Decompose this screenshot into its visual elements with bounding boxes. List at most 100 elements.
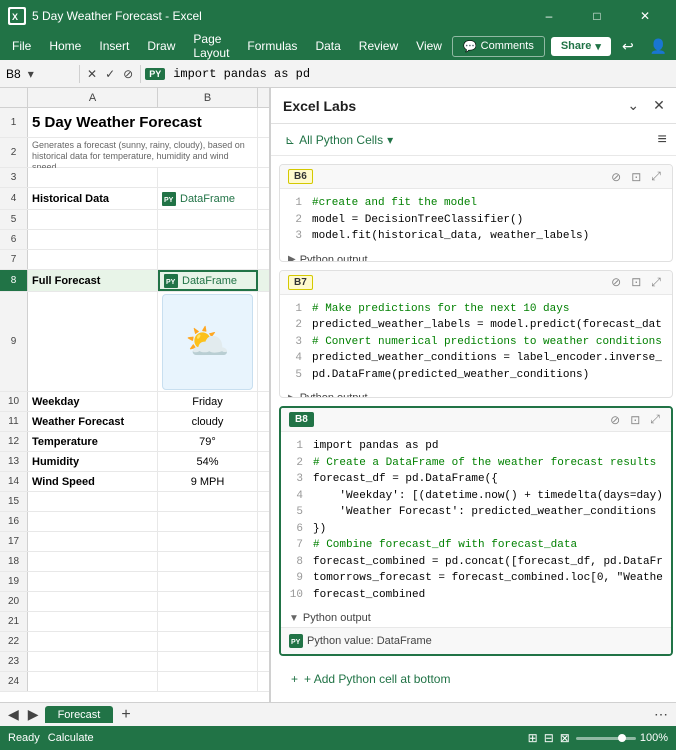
cell-b22[interactable] (158, 632, 258, 651)
cell-b15[interactable] (158, 492, 258, 511)
insert-function-button[interactable]: ⊘ (120, 65, 136, 83)
cell-ref-badge-b6[interactable]: B6 (288, 169, 313, 184)
cell-b12[interactable]: 79° (158, 432, 258, 451)
cell-a17[interactable] (28, 532, 158, 551)
cell-ref-dropdown[interactable]: ▾ (25, 65, 37, 83)
cell-ref-badge-b7[interactable]: B7 (288, 275, 313, 290)
b8-expand-button[interactable]: ⤢ (647, 411, 663, 428)
line-number: 4 (289, 488, 303, 505)
row-number: 11 (0, 412, 28, 431)
cell-b4[interactable]: PY DataFrame (158, 188, 258, 209)
menu-formulas[interactable]: Formulas (239, 35, 305, 57)
b6-copy-button[interactable]: ⊘ (608, 168, 624, 185)
cell-a13[interactable]: Humidity (28, 452, 158, 471)
cell-b24[interactable] (158, 672, 258, 691)
labs-close-button[interactable]: ✕ (649, 95, 669, 116)
b6-export-button[interactable]: ⊡ (628, 168, 644, 185)
menu-draw[interactable]: Draw (139, 35, 183, 57)
formula-content[interactable]: import pandas as pd (165, 67, 676, 81)
b7-copy-button[interactable]: ⊘ (608, 274, 624, 291)
view-normal-button[interactable]: ⊞ (528, 731, 538, 745)
cancel-formula-button[interactable]: ✕ (84, 65, 100, 83)
minimize-button[interactable]: – (526, 0, 572, 32)
cell-b21[interactable] (158, 612, 258, 631)
menu-file[interactable]: File (4, 35, 39, 57)
share-button[interactable]: Share ▾ (551, 37, 611, 56)
cell-b14[interactable]: 9 MPH (158, 472, 258, 491)
maximize-button[interactable]: □ (574, 0, 620, 32)
cell-b20[interactable] (158, 592, 258, 611)
labs-collapse-button[interactable]: ⌄ (623, 95, 643, 116)
cell-a3[interactable] (28, 168, 158, 187)
menu-insert[interactable]: Insert (91, 35, 137, 57)
cell-a10[interactable]: Weekday (28, 392, 158, 411)
cell-b10[interactable]: Friday (158, 392, 258, 411)
cell-b3[interactable] (158, 168, 258, 187)
sheet-tab-forecast[interactable]: Forecast (45, 706, 114, 723)
python-output-header-b8[interactable]: ▼ Python output (281, 609, 671, 627)
cell-a5[interactable] (28, 210, 158, 229)
cell-b16[interactable] (158, 512, 258, 531)
cell-a14[interactable]: Wind Speed (28, 472, 158, 491)
close-button[interactable]: ✕ (622, 0, 668, 32)
cell-b6[interactable] (158, 230, 258, 249)
view-page-layout-button[interactable]: ⊟ (544, 731, 554, 745)
cell-a11[interactable]: Weather Forecast (28, 412, 158, 431)
cell-a16[interactable] (28, 512, 158, 531)
python-output-header-b7[interactable]: ▶ Python output (280, 389, 672, 398)
cell-a12[interactable]: Temperature (28, 432, 158, 451)
python-output-header-b6[interactable]: ▶ Python output (280, 251, 672, 262)
cell-a8[interactable]: Full Forecast (28, 270, 158, 291)
cell-b5[interactable] (158, 210, 258, 229)
chevron-icon: ▶ (288, 254, 296, 262)
filter-python-cells-button[interactable]: ⊾ All Python Cells ▾ (279, 130, 399, 150)
b6-expand-button[interactable]: ⤢ (648, 168, 664, 185)
add-python-cell-button[interactable]: + + Add Python cell at bottom (279, 664, 673, 694)
cell-a21[interactable] (28, 612, 158, 631)
cell-a7[interactable] (28, 250, 158, 269)
cell-b8[interactable]: PY DataFrame (158, 270, 258, 291)
col-header-b[interactable]: B (158, 88, 258, 107)
view-page-break-button[interactable]: ⊠ (560, 731, 570, 745)
cell-b11[interactable]: cloudy (158, 412, 258, 431)
cell-a6[interactable] (28, 230, 158, 249)
b7-export-button[interactable]: ⊡ (628, 274, 644, 291)
labs-menu-button[interactable]: ≡ (652, 129, 673, 151)
confirm-formula-button[interactable]: ✓ (102, 65, 118, 83)
menu-home[interactable]: Home (41, 35, 89, 57)
cell-b13[interactable]: 54% (158, 452, 258, 471)
menu-view[interactable]: View (408, 35, 450, 57)
col-header-a[interactable]: A (28, 88, 158, 107)
b8-copy-button[interactable]: ⊘ (607, 411, 623, 428)
cell-a23[interactable] (28, 652, 158, 671)
cell-b18[interactable] (158, 552, 258, 571)
b7-expand-button[interactable]: ⤢ (648, 274, 664, 291)
cell-a20[interactable] (28, 592, 158, 611)
cell-a1[interactable]: 5 Day Weather Forecast (28, 108, 258, 137)
add-sheet-button[interactable]: + (115, 706, 136, 724)
cell-a4[interactable]: Historical Data (28, 188, 158, 209)
menu-data[interactable]: Data (307, 35, 348, 57)
zoom-slider[interactable] (576, 737, 636, 740)
user-button[interactable]: 👤 (645, 35, 672, 58)
b8-export-button[interactable]: ⊡ (627, 411, 643, 428)
comments-button[interactable]: 💬 Comments (452, 36, 545, 57)
cell-b19[interactable] (158, 572, 258, 591)
cell-a9[interactable] (28, 292, 158, 391)
cell-b9[interactable]: ⛅ (158, 292, 258, 392)
cell-a24[interactable] (28, 672, 158, 691)
cell-b7[interactable] (158, 250, 258, 269)
sheet-options-button[interactable]: ⋯ (650, 706, 672, 723)
prev-sheet-button[interactable]: ◀ (4, 704, 23, 725)
next-sheet-button[interactable]: ▶ (24, 704, 43, 725)
undo-button[interactable]: ↩ (617, 35, 639, 58)
menu-page-layout[interactable]: Page Layout (185, 28, 237, 64)
menu-review[interactable]: Review (351, 35, 406, 57)
cell-a22[interactable] (28, 632, 158, 651)
cell-b23[interactable] (158, 652, 258, 671)
cell-a15[interactable] (28, 492, 158, 511)
cell-a18[interactable] (28, 552, 158, 571)
cell-ref-badge-b8[interactable]: B8 (289, 412, 314, 427)
cell-a19[interactable] (28, 572, 158, 591)
cell-b17[interactable] (158, 532, 258, 551)
